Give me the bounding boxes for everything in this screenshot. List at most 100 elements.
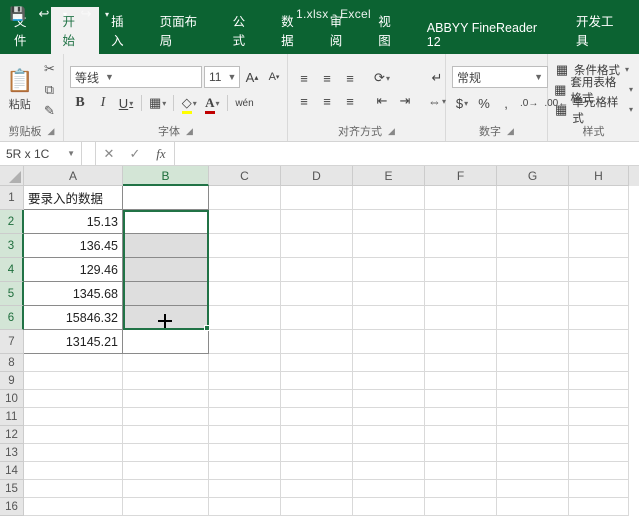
cell-B4[interactable] (123, 258, 209, 282)
paste-button[interactable]: 📋 粘贴 (6, 60, 33, 120)
cell[interactable] (497, 282, 569, 306)
cell[interactable] (123, 444, 209, 462)
cell[interactable] (281, 258, 353, 282)
cell[interactable] (24, 480, 123, 498)
cell[interactable] (123, 390, 209, 408)
cell[interactable] (569, 330, 629, 354)
cell[interactable] (123, 462, 209, 480)
cell[interactable] (569, 390, 629, 408)
cell[interactable] (281, 234, 353, 258)
row-header[interactable]: 16 (0, 498, 24, 516)
cell[interactable] (569, 408, 629, 426)
cell[interactable] (281, 462, 353, 480)
font-color-button[interactable]: A▾ (202, 93, 222, 113)
cell[interactable] (425, 186, 497, 210)
cell[interactable] (497, 390, 569, 408)
cell[interactable] (497, 306, 569, 330)
cell[interactable] (281, 306, 353, 330)
cell[interactable] (281, 390, 353, 408)
align-right-icon[interactable]: ≡ (340, 91, 360, 111)
row-header[interactable]: 6 (0, 306, 24, 330)
cell[interactable] (497, 462, 569, 480)
cell[interactable] (123, 372, 209, 390)
cell[interactable] (353, 372, 425, 390)
cell[interactable] (209, 426, 281, 444)
cell-B3[interactable] (123, 234, 209, 258)
undo-icon[interactable]: ↩ (34, 4, 54, 24)
cell[interactable] (24, 390, 123, 408)
cell[interactable] (353, 444, 425, 462)
cell[interactable] (569, 444, 629, 462)
phonetic-button[interactable]: wén (233, 93, 255, 113)
cell[interactable] (281, 372, 353, 390)
cell[interactable] (209, 282, 281, 306)
cell[interactable] (497, 186, 569, 210)
cell[interactable] (497, 444, 569, 462)
cell[interactable] (281, 282, 353, 306)
font-size-combo[interactable]: 11▼ (204, 66, 240, 88)
align-center-icon[interactable]: ≡ (317, 91, 337, 111)
cell[interactable] (24, 426, 123, 444)
cell[interactable] (497, 498, 569, 516)
increase-font-icon[interactable]: A▴ (242, 67, 262, 87)
select-all-corner[interactable] (0, 166, 24, 186)
align-middle-icon[interactable]: ≡ (317, 68, 337, 88)
row-header[interactable]: 5 (0, 282, 24, 306)
number-launcher-icon[interactable]: ◢ (507, 126, 514, 137)
cell[interactable] (497, 480, 569, 498)
align-launcher-icon[interactable]: ◢ (388, 126, 395, 137)
cell[interactable] (569, 210, 629, 234)
row-header[interactable]: 13 (0, 444, 24, 462)
cell[interactable] (497, 330, 569, 354)
cell[interactable] (353, 210, 425, 234)
cell[interactable] (425, 282, 497, 306)
cell[interactable] (425, 408, 497, 426)
cell-B6[interactable] (123, 306, 209, 330)
cell[interactable] (569, 462, 629, 480)
clipboard-launcher-icon[interactable]: ◢ (48, 126, 55, 137)
cell[interactable] (425, 234, 497, 258)
col-header-H[interactable]: H (569, 166, 629, 186)
cell[interactable] (209, 498, 281, 516)
increase-indent-icon[interactable]: ⇥ (395, 91, 415, 111)
currency-icon[interactable]: $▾ (452, 93, 472, 113)
cell[interactable] (209, 408, 281, 426)
row-header[interactable]: 14 (0, 462, 24, 480)
cell[interactable] (209, 372, 281, 390)
cell[interactable] (353, 354, 425, 372)
format-painter-icon[interactable]: ✎ (39, 102, 59, 120)
cell[interactable] (24, 498, 123, 516)
cell[interactable] (353, 480, 425, 498)
cell[interactable] (281, 498, 353, 516)
cell[interactable] (569, 354, 629, 372)
orientation-icon[interactable]: ⟳▾ (372, 68, 392, 88)
cell-B7[interactable] (123, 330, 209, 354)
cut-icon[interactable]: ✂ (39, 60, 59, 78)
undo-dropdown-icon[interactable]: ▾ (60, 4, 70, 24)
col-header-F[interactable]: F (425, 166, 497, 186)
cell-A7[interactable]: 13145.21 (24, 330, 123, 354)
save-icon[interactable]: 💾 (8, 4, 28, 24)
align-top-icon[interactable]: ≡ (294, 68, 314, 88)
cell[interactable] (123, 480, 209, 498)
cell-A6[interactable]: 15846.32 (24, 306, 123, 330)
decrease-indent-icon[interactable]: ⇤ (372, 91, 392, 111)
redo-icon[interactable]: ↪ (76, 4, 96, 24)
cell[interactable] (497, 408, 569, 426)
percent-icon[interactable]: % (474, 93, 494, 113)
cell[interactable] (281, 408, 353, 426)
cell[interactable] (353, 408, 425, 426)
fx-icon[interactable]: fx (148, 146, 174, 162)
cell[interactable] (24, 372, 123, 390)
cell-A5[interactable]: 1345.68 (24, 282, 123, 306)
cell[interactable] (123, 408, 209, 426)
cell[interactable] (569, 282, 629, 306)
cell[interactable] (425, 480, 497, 498)
col-header-E[interactable]: E (353, 166, 425, 186)
col-header-D[interactable]: D (281, 166, 353, 186)
row-header[interactable]: 4 (0, 258, 24, 282)
cell[interactable] (425, 372, 497, 390)
qat-customize-icon[interactable]: ▾ (102, 4, 112, 24)
tab-abbyy[interactable]: ABBYY FineReader 12 (415, 17, 564, 54)
cell[interactable] (209, 306, 281, 330)
